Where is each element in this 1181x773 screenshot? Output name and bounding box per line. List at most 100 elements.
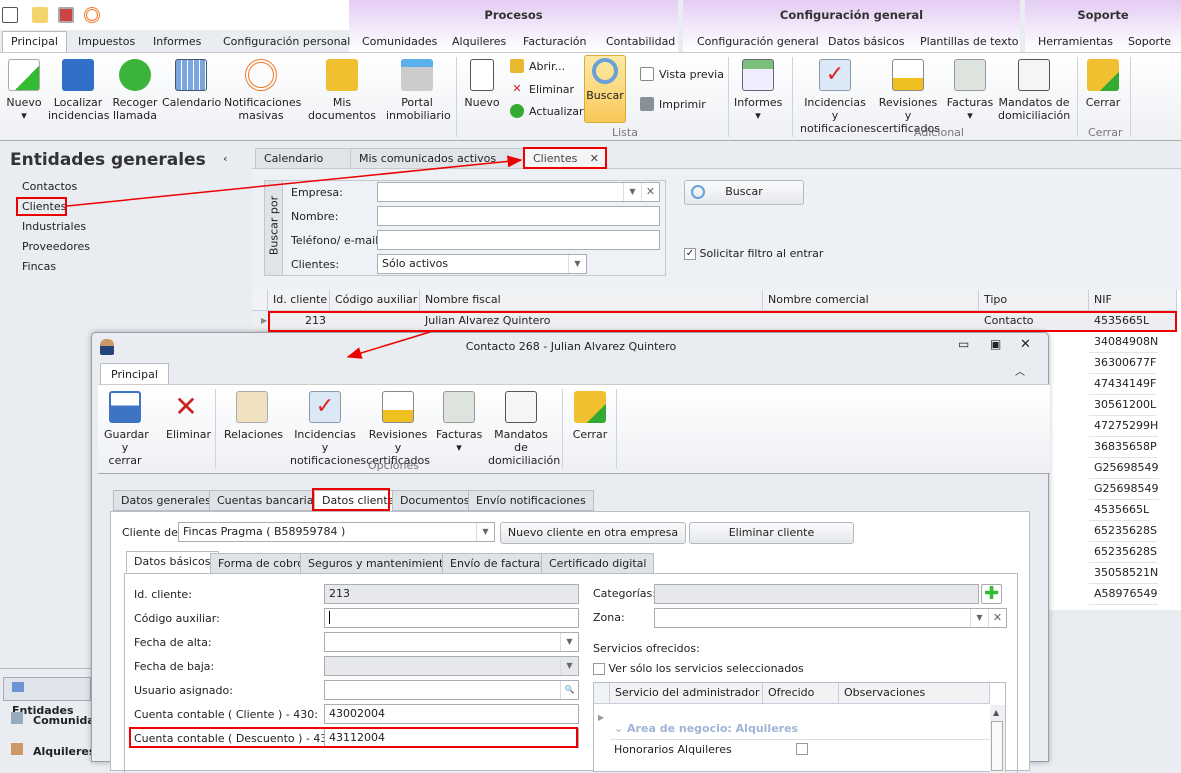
tab-facturacion[interactable]: Facturación [515,32,594,52]
incidencias-notificaciones-dialog-button[interactable]: ✓ Incidencias y notificaciones [290,389,366,467]
chevron-down-icon[interactable]: ▼ [560,657,578,675]
incidencias-notificaciones-button[interactable]: ✓ Incidencias y notificaciones [800,57,876,135]
subtab-datos-basicos[interactable]: Datos básicos [126,551,219,573]
group-row[interactable]: ⌄ Area de negocio: Alquileres [614,722,798,735]
scroll-up-icon[interactable]: ▲ [993,708,999,717]
offered-checkbox[interactable] [796,743,808,755]
solicitar-filtro-checkbox[interactable]: ✓ Solicitar filtro al entrar [684,247,823,260]
task-icon[interactable] [58,7,74,23]
tab-datos-cliente[interactable]: Datos cliente [314,490,403,511]
close-tab-icon[interactable]: ✕ [590,149,599,169]
mail-icon[interactable] [32,7,48,23]
field-input-3[interactable]: ▼ [324,656,579,676]
sidebar-item-fincas[interactable]: Fincas [22,260,56,273]
close-icon[interactable]: ✕ [1020,337,1031,352]
imprimir-button[interactable]: Imprimir [640,97,706,111]
tab-plantillas-texto[interactable]: Plantillas de texto [912,32,1027,52]
actualizar-button[interactable]: Actualizar [510,104,584,118]
nav-comunidades[interactable]: Comunidades [11,712,91,727]
facturas-dialog-button[interactable]: Facturas ▾ [436,389,482,454]
nuevo-button[interactable]: Nuevo ▾ [4,57,44,122]
minimize-icon[interactable]: ▭ [958,337,969,351]
eliminar-cliente-button[interactable]: Eliminar cliente [689,522,854,544]
buscar-button[interactable]: Buscar [584,55,626,123]
cliente-de-select[interactable]: Fincas Pragma ( B58959784 ) ▼ [178,522,495,542]
collapse-sidebar-icon[interactable]: ‹ [223,152,228,165]
calendario-button[interactable]: Calendario [162,57,221,109]
cerrar-button[interactable]: Cerrar [1082,57,1124,109]
field-input-0[interactable]: 213 [324,584,579,604]
subtab-envio-facturas[interactable]: Envío de facturas [442,553,554,574]
table-row[interactable]: ▶ 213 Julian Alvarez Quintero Contacto 4… [252,311,1177,332]
revisiones-certificados-button[interactable]: Revisiones y certificados [874,57,942,135]
zona-combobox[interactable]: ▼ ✕ [654,608,1007,628]
informes-button[interactable]: Informes ▾ [734,57,782,122]
scrollbar[interactable]: ▲ [990,705,1005,773]
nuevo-lista-button[interactable]: Nuevo [462,57,502,109]
sidebar-item-clientes[interactable]: Clientes [22,200,66,213]
tab-principal[interactable]: Principal [2,31,67,53]
facturas-button[interactable]: Facturas ▾ [946,57,994,122]
categorias-field[interactable] [654,584,979,604]
subtab-forma-cobro[interactable]: Forma de cobro [210,553,312,574]
relaciones-button[interactable]: Relaciones [224,389,283,441]
chevron-down-icon[interactable]: ▼ [568,255,586,273]
tab-herramientas[interactable]: Herramientas [1030,32,1121,52]
recoger-llamada-button[interactable]: Recoger llamada [110,57,160,122]
localizar-incidencias-button[interactable]: Localizar incidencias [48,57,109,122]
sidebar-item-industriales[interactable]: Industriales [22,220,86,233]
mandatos-domiciliacion-button[interactable]: Mandatos de domiciliación [998,57,1070,122]
tab-comunidades[interactable]: Comunidades [354,32,445,52]
col-servicio[interactable]: Servicio del administrador [610,683,763,704]
list-item[interactable]: Honorarios Alquileres [610,739,990,759]
field-input-4[interactable]: 🔍 [324,680,579,700]
app-menu-icon[interactable] [2,7,18,23]
col-tipo[interactable]: Tipo [979,290,1089,311]
nav-alquileres[interactable]: Alquileres [11,743,91,758]
chevron-down-icon[interactable]: ▼ [476,523,494,541]
portal-inmobiliario-button[interactable]: Portal inmobiliario [386,57,451,122]
doc-tab-clientes[interactable]: Clientes ✕ [524,148,606,169]
tab-impuestos[interactable]: Impuestos [70,32,143,52]
subtab-seguros[interactable]: Seguros y mantenimientos [300,553,464,574]
col-nif[interactable]: NIF [1089,290,1177,311]
buscar-filter-button[interactable]: Buscar [684,180,804,205]
doc-tab-calendario[interactable]: Calendario [255,148,351,169]
revisiones-certificados-dialog-button[interactable]: Revisiones y certificados [366,389,430,467]
field-input-1[interactable] [324,608,579,628]
tab-alquileres[interactable]: Alquileres [444,32,514,52]
tab-contabilidad[interactable]: Contabilidad [598,32,683,52]
chevron-down-icon[interactable]: ▼ [560,633,578,651]
col-nombre-fiscal[interactable]: Nombre fiscal [420,290,763,311]
add-category-icon[interactable]: ✚ [981,584,1002,604]
sidebar-item-contactos[interactable]: Contactos [22,180,77,193]
col-codigo-auxiliar[interactable]: Código auxiliar [330,290,420,311]
mis-documentos-button[interactable]: Mis documentos [302,57,382,122]
abrir-button[interactable]: Abrir... [510,59,565,73]
cerrar-dialog-button[interactable]: Cerrar [570,389,610,441]
field-input-6[interactable]: 43112004 [324,728,579,748]
clear-icon[interactable]: ✕ [988,609,1006,627]
tab-informes[interactable]: Informes [145,32,209,52]
tab-configuracion-general[interactable]: Configuración general [689,32,827,52]
chevron-down-icon[interactable]: ▼ [970,609,988,627]
tab-envio-notificaciones[interactable]: Envío notificaciones [468,490,594,511]
telefono-email-input[interactable] [377,230,660,250]
clear-icon[interactable]: ✕ [641,183,659,201]
col-ofrecido[interactable]: Ofrecido [763,683,839,704]
tab-datos-generales[interactable]: Datos generales [113,490,219,511]
field-input-2[interactable]: ▼ [324,632,579,652]
field-input-5[interactable]: 43002004 [324,704,579,724]
col-nombre-comercial[interactable]: Nombre comercial [763,290,979,311]
tab-cuentas-bancarias[interactable]: Cuentas bancarias [209,490,328,511]
tab-documentos[interactable]: Documentos [392,490,478,511]
subtab-certificado-digital[interactable]: Certificado digital [541,553,655,574]
col-observaciones[interactable]: Observaciones [839,683,990,704]
col-id-cliente[interactable]: Id. cliente [268,290,330,311]
broadcast-icon[interactable] [84,7,100,23]
eliminar-contact-button[interactable]: ✕ Eliminar [166,389,211,442]
tab-datos-basicos[interactable]: Datos básicos [820,32,913,52]
sidebar-item-proveedores[interactable]: Proveedores [22,240,90,253]
empresa-combobox[interactable]: ▼ ✕ [377,182,660,202]
tab-soporte[interactable]: Soporte [1120,32,1179,52]
